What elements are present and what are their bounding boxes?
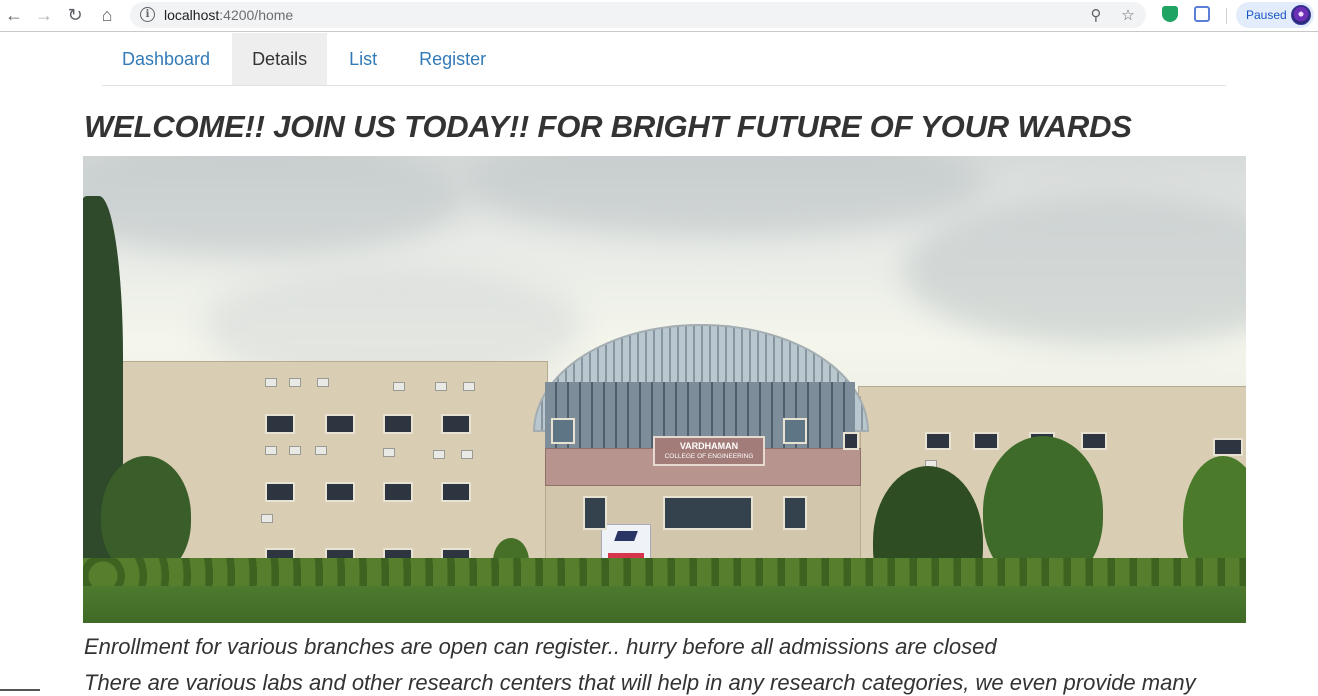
extension-icon[interactable] bbox=[1194, 6, 1210, 22]
ac-unit bbox=[433, 450, 445, 459]
ac-unit bbox=[289, 446, 301, 455]
window bbox=[383, 482, 413, 502]
url-text[interactable]: localhost:4200/home bbox=[164, 7, 293, 23]
tab-register[interactable]: Register bbox=[399, 33, 506, 85]
forward-arrow-icon[interactable]: → bbox=[32, 4, 56, 26]
window bbox=[843, 432, 859, 450]
window bbox=[783, 496, 807, 530]
zoom-icon[interactable]: ⚲ bbox=[1086, 6, 1106, 24]
ac-unit bbox=[289, 378, 301, 387]
info-icon[interactable]: i bbox=[140, 7, 155, 22]
window bbox=[265, 482, 295, 502]
labs-text: There are various labs and other researc… bbox=[84, 670, 1196, 695]
window bbox=[583, 496, 607, 530]
nav-tabs: Dashboard Details List Register bbox=[102, 33, 1226, 86]
ac-unit bbox=[383, 448, 395, 457]
ac-unit bbox=[261, 514, 273, 523]
college-sign: VARDHAMAN COLLEGE OF ENGINEERING bbox=[653, 436, 765, 466]
cloud bbox=[903, 196, 1246, 346]
window bbox=[551, 418, 575, 444]
window bbox=[783, 418, 807, 444]
address-bar[interactable]: i localhost:4200/home ⚲ ☆ bbox=[130, 2, 1146, 28]
cloud bbox=[83, 156, 463, 256]
window bbox=[441, 414, 471, 434]
ac-unit bbox=[393, 382, 405, 391]
college-sign-subtitle: COLLEGE OF ENGINEERING bbox=[664, 453, 754, 460]
toolbar-divider bbox=[1226, 8, 1227, 24]
window bbox=[325, 414, 355, 434]
profile-button[interactable]: Paused bbox=[1236, 2, 1314, 28]
shield-extension-icon[interactable] bbox=[1162, 6, 1178, 22]
page-headline: WELCOME!! JOIN US TODAY!! FOR BRIGHT FUT… bbox=[84, 109, 1132, 144]
reload-icon[interactable]: ↻ bbox=[63, 4, 87, 26]
ac-unit bbox=[435, 382, 447, 391]
window bbox=[383, 414, 413, 434]
back-arrow-icon[interactable]: ← bbox=[2, 4, 26, 26]
ac-unit bbox=[463, 382, 475, 391]
ac-unit bbox=[265, 446, 277, 455]
tab-details[interactable]: Details bbox=[232, 33, 328, 85]
entrance-doors bbox=[663, 496, 753, 530]
ac-unit bbox=[461, 450, 473, 459]
window bbox=[973, 432, 999, 450]
browser-toolbar: ← → ↻ ⌂ i localhost:4200/home ⚲ ☆ Paused bbox=[0, 0, 1318, 32]
tab-list[interactable]: List bbox=[329, 33, 397, 85]
url-path: :4200/home bbox=[219, 7, 294, 23]
window bbox=[441, 482, 471, 502]
college-sign-title: VARDHAMAN bbox=[679, 441, 739, 451]
ac-unit bbox=[315, 446, 327, 455]
ac-unit bbox=[317, 378, 329, 387]
window bbox=[1081, 432, 1107, 450]
cloud bbox=[463, 156, 983, 236]
tab-dashboard[interactable]: Dashboard bbox=[102, 33, 230, 85]
window bbox=[925, 432, 951, 450]
window bbox=[265, 414, 295, 434]
lawn bbox=[83, 586, 1246, 623]
url-host: localhost bbox=[164, 7, 220, 23]
campus-hero-image: VARDHAMAN COLLEGE OF ENGINEERING bbox=[83, 156, 1246, 623]
ac-unit bbox=[265, 378, 277, 387]
window bbox=[325, 482, 355, 502]
profile-status-label: Paused bbox=[1246, 8, 1287, 22]
star-icon[interactable]: ☆ bbox=[1118, 6, 1138, 24]
graduation-cap-icon bbox=[614, 531, 638, 541]
enrollment-text: Enrollment for various branches are open… bbox=[84, 634, 997, 659]
profile-avatar-icon bbox=[1291, 5, 1311, 25]
home-icon[interactable]: ⌂ bbox=[95, 4, 119, 26]
window bbox=[1213, 438, 1243, 456]
